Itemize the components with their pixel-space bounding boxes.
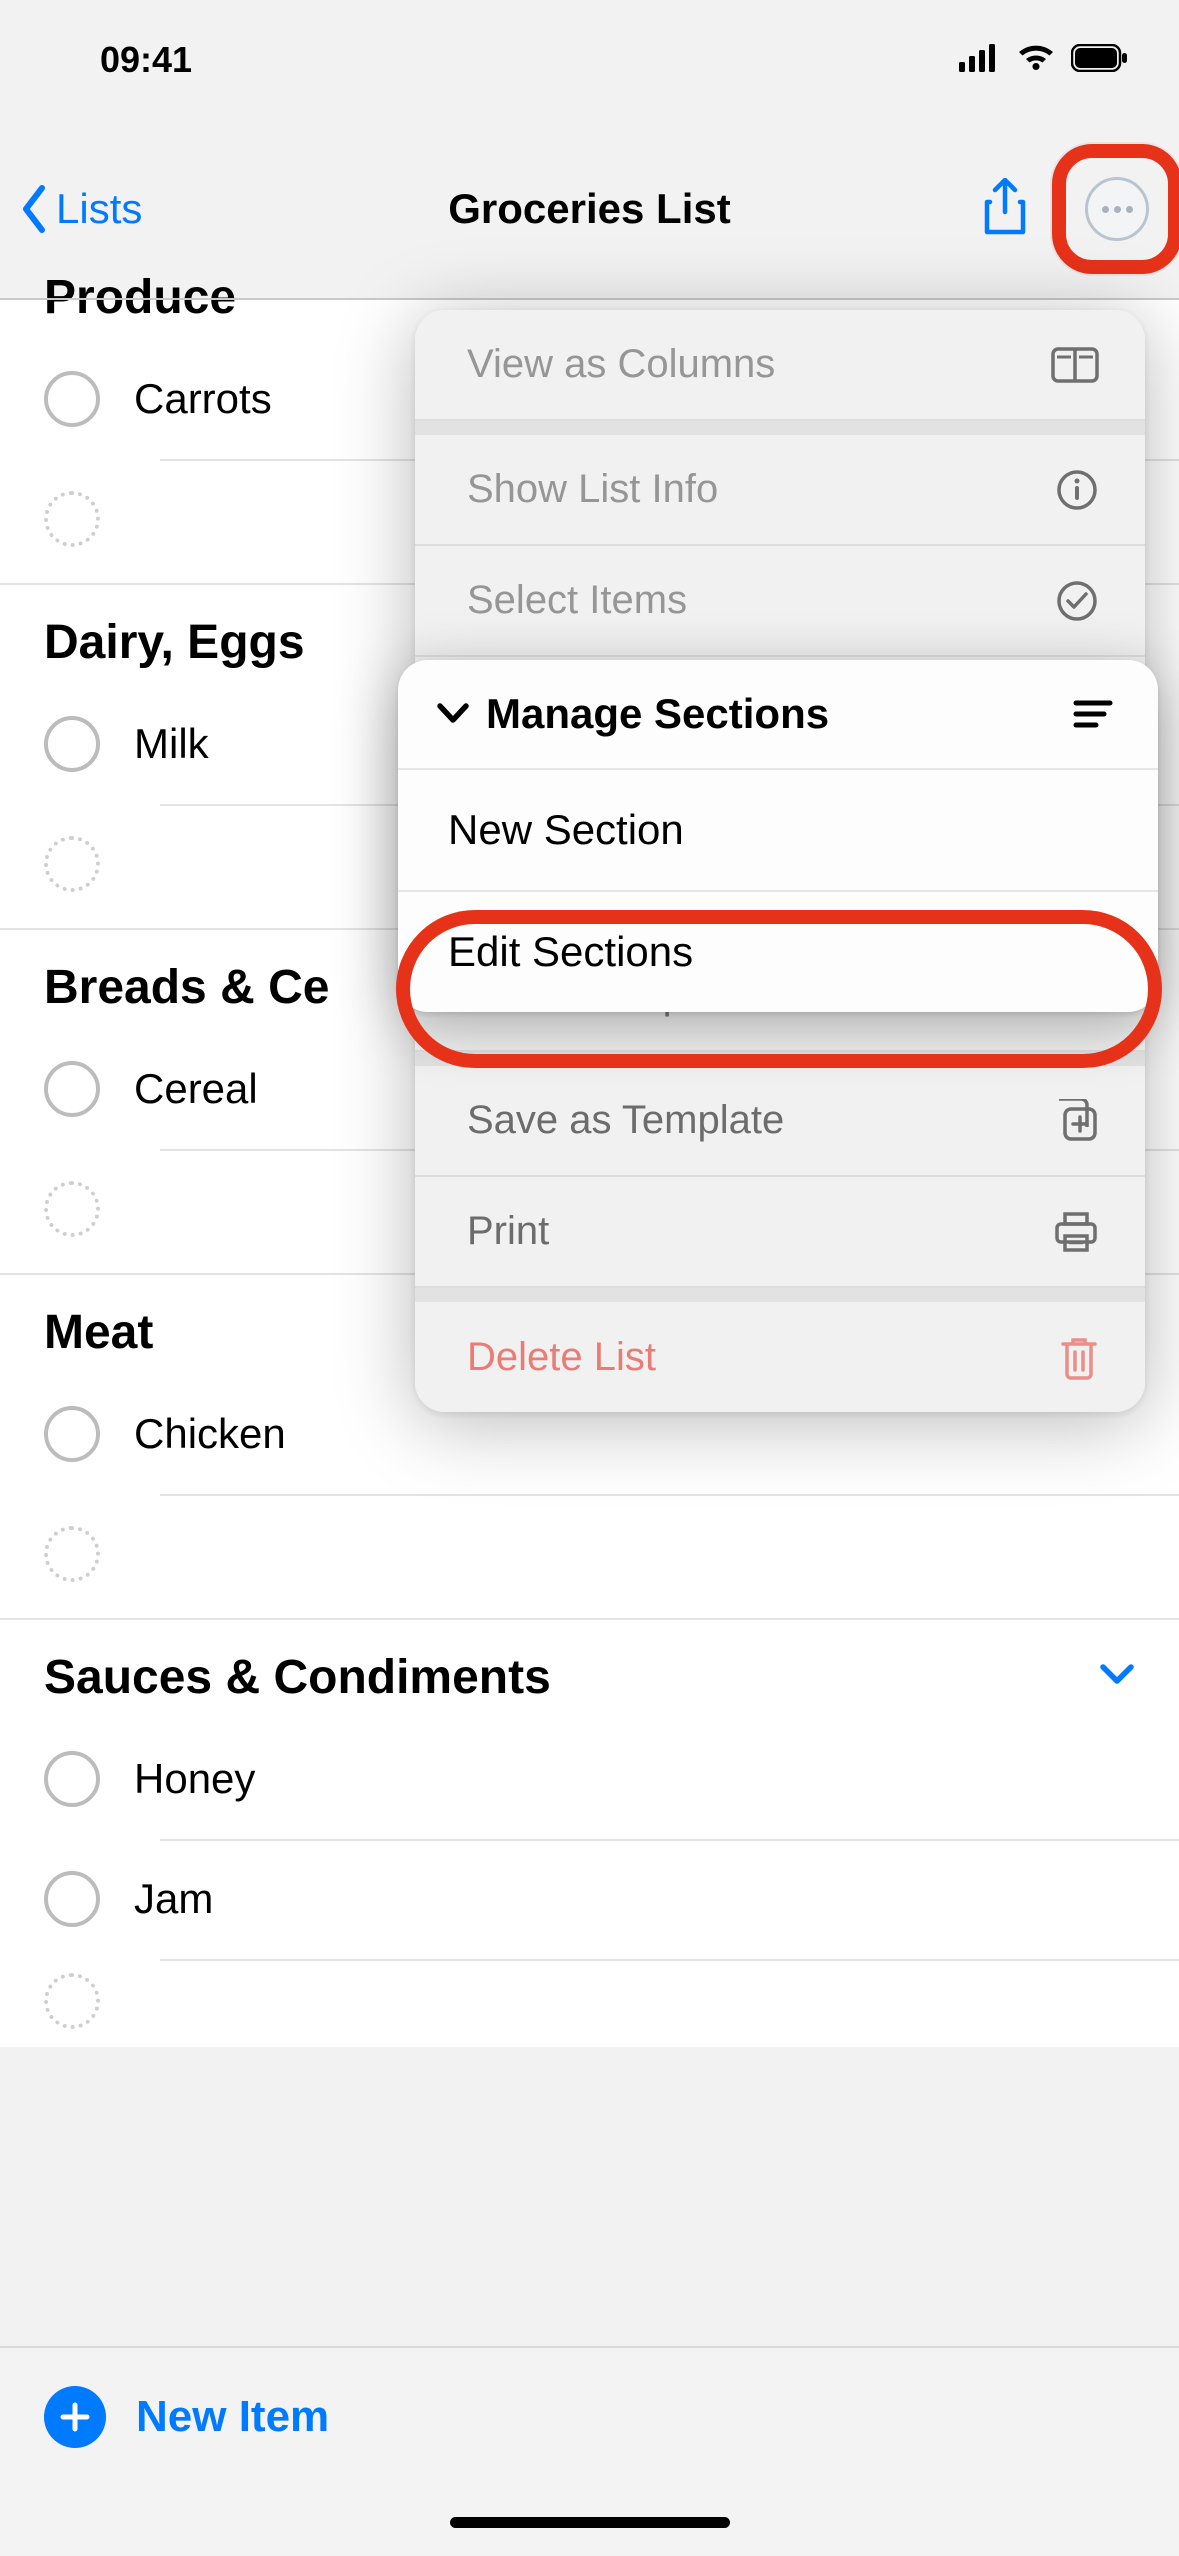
submenu-edit-sections[interactable]: Edit Sections — [398, 892, 1158, 1012]
check-circle-icon — [1055, 579, 1099, 623]
section-header-toggle[interactable]: Sauces & Condiments — [0, 1620, 1179, 1719]
new-item-label: New Item — [136, 2392, 329, 2442]
info-icon — [1055, 468, 1099, 512]
menu-print[interactable]: Print — [415, 1177, 1145, 1288]
section-title: Dairy, Eggs — [44, 615, 305, 670]
checkbox-dotted-icon — [44, 1181, 100, 1237]
page-title: Groceries List — [448, 185, 730, 233]
checkbox-dotted-icon — [44, 491, 100, 547]
checkbox-dotted-icon — [44, 1973, 100, 2029]
menu-label: Select Items — [467, 578, 687, 623]
cellular-icon — [959, 39, 1001, 81]
item-label: Cereal — [134, 1065, 258, 1113]
menu-label: View as Columns — [467, 342, 775, 387]
section-title: Breads & Ce — [44, 960, 329, 1015]
section-sauces: Sauces & Condiments Honey Jam — [0, 1620, 1179, 2047]
checkbox-empty-icon[interactable] — [44, 1871, 100, 1927]
submenu-title: Manage Sections — [486, 690, 829, 738]
submenu-new-section[interactable]: New Section — [398, 770, 1158, 892]
checkbox-empty-icon[interactable] — [44, 1751, 100, 1807]
navigation-bar: Lists Groceries List — [0, 120, 1179, 300]
menu-select-items[interactable]: Select Items — [415, 546, 1145, 657]
share-button[interactable] — [983, 178, 1027, 241]
sections-icon — [1072, 697, 1114, 731]
submenu-back-button[interactable]: Manage Sections — [398, 660, 1158, 770]
menu-view-columns[interactable]: View as Columns — [415, 310, 1145, 421]
menu-label: Save as Template — [467, 1098, 784, 1143]
item-label: Honey — [134, 1755, 255, 1803]
wifi-icon — [1015, 39, 1057, 81]
menu-label: Show List Info — [467, 467, 718, 512]
list-item[interactable]: Jam — [0, 1839, 1179, 1959]
status-time: 09:41 — [50, 39, 192, 81]
new-item-button[interactable]: New Item — [44, 2386, 329, 2448]
chevron-down-icon — [436, 702, 470, 726]
item-label: Carrots — [134, 375, 272, 423]
checkbox-empty-icon[interactable] — [44, 716, 100, 772]
chevron-down-icon — [1099, 1663, 1135, 1692]
status-right — [959, 39, 1129, 81]
back-label: Lists — [56, 185, 142, 233]
section-title: Sauces & Condiments — [44, 1650, 551, 1705]
section-title: Meat — [44, 1305, 153, 1360]
trash-icon — [1059, 1334, 1099, 1380]
home-indicator[interactable] — [450, 2517, 730, 2528]
menu-label: Delete List — [467, 1335, 656, 1380]
item-label: Jam — [134, 1875, 213, 1923]
duplicate-plus-icon — [1055, 1099, 1099, 1143]
checkbox-empty-icon[interactable] — [44, 371, 100, 427]
more-button[interactable] — [1085, 177, 1149, 241]
annotation-highlight-circle — [1052, 144, 1179, 274]
menu-delete-list[interactable]: Delete List — [415, 1302, 1145, 1412]
manage-sections-submenu: Manage Sections New Section Edit Section… — [398, 660, 1158, 1012]
menu-label: Print — [467, 1209, 549, 1254]
menu-show-list-info[interactable]: Show List Info — [415, 435, 1145, 546]
footer-toolbar: New Item — [0, 2346, 1179, 2556]
columns-icon — [1051, 347, 1099, 383]
checkbox-empty-icon[interactable] — [44, 1406, 100, 1462]
checkbox-dotted-icon — [44, 836, 100, 892]
menu-save-template[interactable]: Save as Template — [415, 1066, 1145, 1177]
battery-icon — [1071, 39, 1129, 81]
printer-icon — [1053, 1210, 1099, 1254]
chevron-left-icon — [20, 184, 50, 234]
checkbox-dotted-icon — [44, 1526, 100, 1582]
back-button[interactable]: Lists — [20, 184, 142, 234]
item-label: Milk — [134, 720, 209, 768]
list-item-new[interactable] — [0, 1494, 1179, 1614]
list-item-new[interactable] — [0, 1959, 1179, 2043]
plus-circle-icon — [44, 2386, 106, 2448]
item-label: Chicken — [134, 1410, 286, 1458]
list-item[interactable]: Honey — [0, 1719, 1179, 1839]
status-bar: 09:41 — [0, 0, 1179, 120]
checkbox-empty-icon[interactable] — [44, 1061, 100, 1117]
